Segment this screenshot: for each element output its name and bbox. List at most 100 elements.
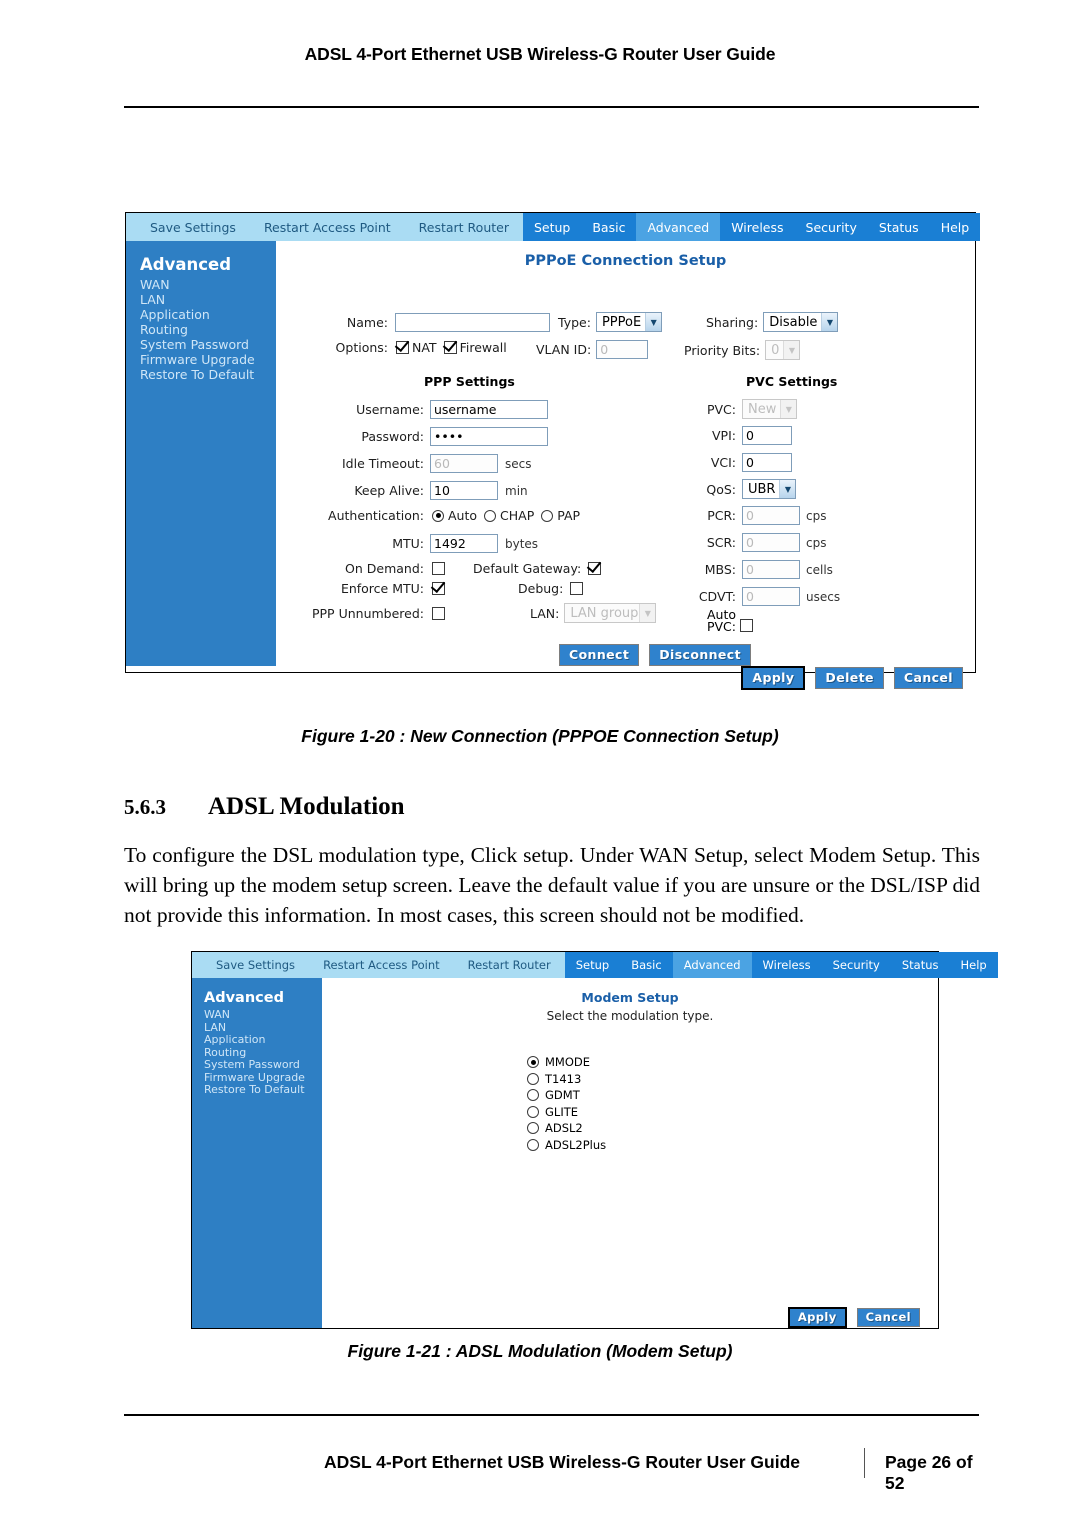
tab-security-2[interactable]: Security bbox=[822, 958, 891, 972]
tab-help-2[interactable]: Help bbox=[950, 958, 998, 972]
disconnect-button[interactable]: Disconnect bbox=[649, 644, 751, 666]
cdvt-input[interactable] bbox=[742, 587, 800, 606]
radio-glite[interactable] bbox=[527, 1105, 539, 1118]
modulation-option-glite[interactable]: GLITE bbox=[527, 1104, 606, 1121]
sidebar-item-lan[interactable]: LAN bbox=[140, 292, 276, 307]
name-input[interactable] bbox=[395, 313, 550, 332]
modulation-option-mmode[interactable]: MMODE bbox=[527, 1054, 606, 1071]
nav-restart-access-point[interactable]: Restart Access Point bbox=[250, 220, 405, 235]
qos-select[interactable]: UBR ▼ bbox=[742, 479, 797, 499]
radio-gdmt[interactable] bbox=[527, 1089, 539, 1102]
navbar-tabs: Setup Basic Advanced Wireless Security S… bbox=[522, 213, 981, 241]
sidebar-item-wan[interactable]: WAN bbox=[140, 277, 276, 292]
priority-bits-select[interactable]: 0 ▼ bbox=[765, 340, 801, 360]
vpi-input[interactable] bbox=[742, 426, 792, 445]
keep-alive-label: Keep Alive: bbox=[354, 483, 424, 498]
idle-timeout-input[interactable] bbox=[430, 454, 498, 473]
apply-button[interactable]: Apply bbox=[741, 666, 806, 690]
on-demand-checkbox[interactable] bbox=[432, 562, 445, 575]
figure-caption-1-21: Figure 1-21 : ADSL Modulation (Modem Set… bbox=[347, 1341, 733, 1361]
modem-cancel-button[interactable]: Cancel bbox=[856, 1308, 920, 1327]
default-gateway-checkbox[interactable] bbox=[588, 562, 602, 575]
tab-basic-2[interactable]: Basic bbox=[620, 958, 672, 972]
ppp-unnumbered-checkbox[interactable] bbox=[432, 606, 445, 620]
radio-t1413[interactable] bbox=[527, 1072, 539, 1085]
keep-alive-input[interactable] bbox=[430, 481, 498, 500]
scr-input[interactable] bbox=[742, 533, 800, 552]
mbs-label: MBS: bbox=[704, 562, 736, 577]
sidebar-item-routing[interactable]: Routing bbox=[140, 322, 276, 337]
nav-save-settings-2[interactable]: Save Settings bbox=[202, 958, 309, 972]
sidebar-item-system-password-2[interactable]: System Password bbox=[204, 1058, 322, 1072]
enforce-mtu-checkbox[interactable] bbox=[432, 582, 445, 595]
password-label: Password: bbox=[361, 429, 424, 444]
tab-wireless[interactable]: Wireless bbox=[720, 220, 794, 235]
sidebar-item-restore-to-default-2[interactable]: Restore To Default bbox=[204, 1083, 322, 1097]
modulation-option-adsl2plus[interactable]: ADSL2Plus bbox=[527, 1137, 606, 1154]
modulation-option-t1413[interactable]: T1413 bbox=[527, 1071, 606, 1088]
tab-setup-2[interactable]: Setup bbox=[565, 958, 620, 972]
radio-adsl2[interactable] bbox=[527, 1122, 539, 1135]
mtu-input[interactable] bbox=[430, 534, 498, 553]
radio-adsl2plus[interactable] bbox=[527, 1138, 539, 1151]
sidebar-item-firmware-upgrade[interactable]: Firmware Upgrade bbox=[140, 352, 276, 367]
connect-button[interactable]: Connect bbox=[559, 644, 640, 666]
sidebar: Advanced WAN LAN Application Routing Sys… bbox=[126, 241, 276, 666]
type-select[interactable]: PPPoE ▼ bbox=[595, 312, 663, 332]
auth-radio-pap[interactable] bbox=[541, 509, 554, 522]
label-gdmt: GDMT bbox=[545, 1088, 580, 1103]
sidebar-item-restore-to-default[interactable]: Restore To Default bbox=[140, 367, 276, 382]
nav-restart-router-2[interactable]: Restart Router bbox=[454, 958, 565, 972]
radio-mmode[interactable] bbox=[527, 1056, 539, 1069]
auto-pvc-checkbox[interactable] bbox=[740, 619, 753, 632]
modem-content-pane: Modem Setup Select the modulation type. … bbox=[322, 978, 938, 1328]
sidebar-item-system-password[interactable]: System Password bbox=[140, 337, 276, 352]
delete-button[interactable]: Delete bbox=[815, 667, 884, 689]
sharing-select[interactable]: Disable ▼ bbox=[763, 312, 839, 332]
password-input[interactable] bbox=[430, 427, 548, 446]
modulation-option-adsl2[interactable]: ADSL2 bbox=[527, 1120, 606, 1137]
debug-checkbox[interactable] bbox=[570, 582, 584, 595]
tab-security[interactable]: Security bbox=[795, 220, 868, 235]
pvc-settings-title: PVC Settings bbox=[746, 374, 838, 389]
mbs-input[interactable] bbox=[742, 560, 800, 579]
modulation-option-gdmt[interactable]: GDMT bbox=[527, 1087, 606, 1104]
sidebar-item-application[interactable]: Application bbox=[140, 307, 276, 322]
cancel-button[interactable]: Cancel bbox=[893, 667, 963, 689]
tab-setup[interactable]: Setup bbox=[523, 220, 581, 235]
tab-advanced[interactable]: Advanced bbox=[636, 213, 721, 241]
mtu-label: MTU: bbox=[392, 536, 424, 551]
nav-save-settings[interactable]: Save Settings bbox=[136, 220, 250, 235]
modem-apply-button[interactable]: Apply bbox=[787, 1307, 847, 1328]
ppp-settings-title: PPP Settings bbox=[424, 374, 515, 389]
pcr-input[interactable] bbox=[742, 506, 800, 525]
vci-input[interactable] bbox=[742, 453, 792, 472]
tab-advanced-2[interactable]: Advanced bbox=[672, 952, 752, 978]
tab-basic[interactable]: Basic bbox=[581, 220, 636, 235]
page-header-title: ADSL 4-Port Ethernet USB Wireless-G Rout… bbox=[304, 44, 776, 64]
footer-divider bbox=[864, 1448, 865, 1478]
sidebar-item-wan-2[interactable]: WAN bbox=[204, 1008, 322, 1022]
lan-label: LAN: bbox=[530, 605, 560, 621]
footer-title: ADSL 4-Port Ethernet USB Wireless-G Rout… bbox=[324, 1452, 801, 1472]
pppoe-content-pane: PPPoE Connection Setup Name: Type: PPPoE… bbox=[276, 241, 975, 690]
authentication-label: Authentication: bbox=[328, 508, 424, 523]
tab-help[interactable]: Help bbox=[930, 220, 981, 235]
vlan-id-label: VLAN ID: bbox=[536, 342, 592, 357]
priority-bits-label: Priority Bits: bbox=[684, 342, 761, 358]
tab-status[interactable]: Status bbox=[868, 220, 930, 235]
nat-checkbox[interactable] bbox=[396, 341, 409, 354]
nav-restart-router[interactable]: Restart Router bbox=[405, 220, 523, 235]
tab-status-2[interactable]: Status bbox=[891, 958, 950, 972]
auth-label-pap: PAP bbox=[557, 508, 581, 523]
firewall-checkbox[interactable] bbox=[443, 341, 457, 354]
auth-radio-auto[interactable] bbox=[432, 509, 444, 522]
sidebar-item-application-2[interactable]: Application bbox=[204, 1033, 322, 1047]
username-input[interactable] bbox=[430, 400, 548, 419]
lan-group-select[interactable]: LAN group 1 ▼ bbox=[564, 603, 657, 623]
tab-wireless-2[interactable]: Wireless bbox=[752, 958, 822, 972]
auth-radio-chap[interactable] bbox=[484, 509, 497, 522]
vlan-id-input[interactable] bbox=[596, 340, 649, 359]
pvc-select[interactable]: New ▼ bbox=[742, 399, 798, 419]
nav-restart-access-point-2[interactable]: Restart Access Point bbox=[309, 958, 454, 972]
